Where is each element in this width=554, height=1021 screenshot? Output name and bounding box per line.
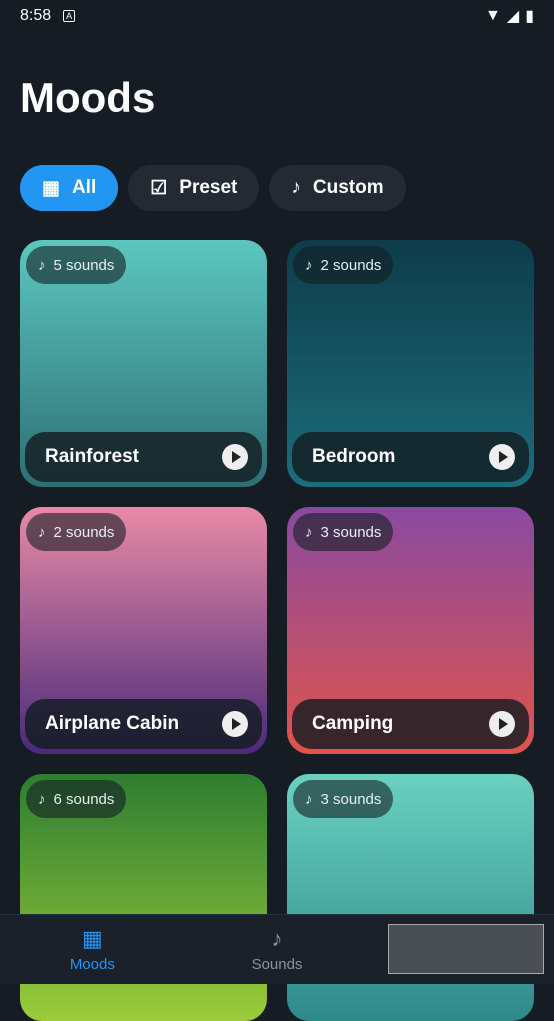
- mood-name: Rainforest: [45, 446, 139, 467]
- filter-custom[interactable]: ♪ Custom: [269, 165, 406, 211]
- mood-card[interactable]: ♪ 2 sounds Bedroom: [287, 240, 534, 487]
- mood-card[interactable]: ♪ 3 sounds Camping: [287, 507, 534, 754]
- music-note-icon: ♪: [38, 256, 46, 274]
- notification-icon: A: [63, 10, 76, 22]
- sound-count-badge: ♪ 3 sounds: [293, 513, 394, 551]
- music-note-icon: ♪: [305, 256, 313, 274]
- filter-preset[interactable]: ☑ Preset: [128, 165, 260, 211]
- mood-title-bar: Camping: [292, 699, 529, 749]
- signal-icon: ◢: [506, 8, 520, 25]
- mood-grid: ♪ 5 sounds Rainforest ♪ 2 sounds Bedroom ♪ 2 so…: [20, 240, 534, 1021]
- moods-icon: ▦: [81, 926, 103, 951]
- clock: 8:58: [20, 7, 52, 24]
- nav-sounds[interactable]: ♪ Sounds: [185, 915, 370, 984]
- wifi-icon: ▼: [485, 7, 501, 24]
- sound-count-badge: ♪ 2 sounds: [293, 246, 394, 284]
- mood-title-bar: Airplane Cabin: [25, 699, 262, 749]
- mood-title-bar: Bedroom: [292, 432, 529, 482]
- filter-all[interactable]: ▦ All: [20, 165, 119, 211]
- page-title: Moods: [20, 74, 156, 121]
- checklist-icon: ☑: [150, 177, 168, 199]
- mood-name: Airplane Cabin: [45, 713, 180, 734]
- play-icon[interactable]: [489, 444, 515, 470]
- music-note-icon: ♪: [305, 523, 313, 541]
- music-note-icon: ♪: [305, 790, 313, 808]
- sound-count-badge: ♪ 3 sounds: [293, 780, 394, 818]
- mood-card[interactable]: ♪ 2 sounds Airplane Cabin: [20, 507, 267, 754]
- sound-count-badge: ♪ 5 sounds: [26, 246, 127, 284]
- mood-name: Camping: [312, 713, 394, 734]
- battery-icon: ▮: [525, 8, 534, 25]
- mood-title-bar: Rainforest: [25, 432, 262, 482]
- play-icon[interactable]: [489, 711, 515, 737]
- mood-card[interactable]: ♪ 5 sounds Rainforest: [20, 240, 267, 487]
- grid-icon: ▦: [42, 177, 60, 199]
- sound-count-badge: ♪ 6 sounds: [26, 780, 127, 818]
- status-bar: 8:58 A ▼ ◢ ▮: [0, 0, 554, 32]
- mood-name: Bedroom: [312, 446, 396, 467]
- music-note-icon: ♪: [38, 790, 46, 808]
- music-library-icon: ♪: [291, 177, 301, 198]
- filter-chips: ▦ All ☑ Preset ♪ Custom: [20, 165, 406, 211]
- sound-count-badge: ♪ 2 sounds: [26, 513, 127, 551]
- nav-moods[interactable]: ▦ Moods: [0, 915, 185, 984]
- play-icon[interactable]: [222, 444, 248, 470]
- music-note-icon: ♪: [271, 926, 283, 951]
- system-icons: ▼ ◢ ▮: [485, 6, 534, 26]
- music-note-icon: ♪: [38, 523, 46, 541]
- play-icon[interactable]: [222, 711, 248, 737]
- watermark-logo: [388, 924, 544, 974]
